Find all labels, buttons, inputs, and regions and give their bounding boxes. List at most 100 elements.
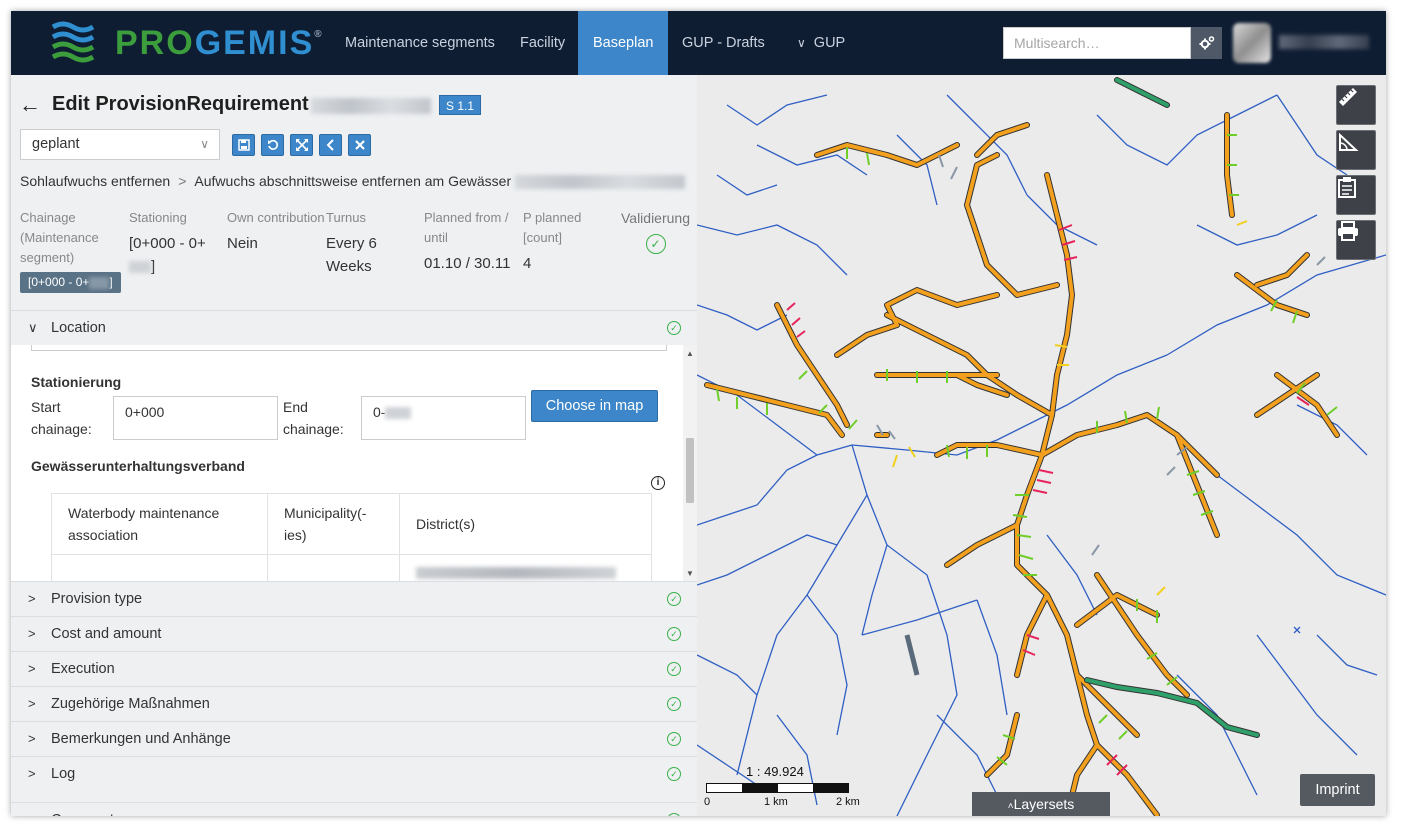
- check-circle-icon: ✓: [667, 767, 681, 781]
- accordion-cost-and-amount[interactable]: > Cost and amount ✓: [11, 616, 697, 650]
- summary-own-contribution: Own contribution Nein: [227, 208, 327, 255]
- scroll-down-icon[interactable]: ▼: [686, 569, 694, 578]
- scale-ratio: 1 : 49.924: [746, 764, 804, 779]
- location-scrollbar[interactable]: ▲ ▼: [683, 345, 697, 581]
- check-circle-icon: ✓: [667, 697, 681, 711]
- previous-button[interactable]: [319, 134, 342, 156]
- nav-gup[interactable]: ∨ GUP: [782, 11, 860, 75]
- status-select[interactable]: geplant ∨: [20, 129, 220, 160]
- choose-in-map-button[interactable]: Choose in map: [531, 390, 658, 422]
- clipboard-button[interactable]: [1336, 175, 1376, 215]
- nav-facility[interactable]: Facility: [505, 11, 580, 75]
- accordion-label: Execution: [51, 661, 115, 677]
- chevron-down-icon: ∨: [797, 36, 806, 50]
- chevron-right-icon: >: [28, 696, 36, 711]
- back-arrow-icon[interactable]: ←: [19, 93, 41, 117]
- gears-icon: [1199, 36, 1214, 50]
- cell-redacted: [416, 567, 616, 579]
- angle-icon: [1339, 132, 1359, 151]
- check-circle-icon: ✓: [667, 592, 681, 606]
- nav-baseplan[interactable]: Baseplan: [578, 11, 669, 75]
- scale-bar: [706, 783, 849, 793]
- save-icon: [237, 139, 250, 151]
- table-header[interactable]: Waterbody maintenance association: [51, 493, 268, 555]
- search-settings-button[interactable]: [1191, 27, 1222, 59]
- start-chainage-input[interactable]: 0+000: [113, 396, 278, 440]
- accordion-related-measures[interactable]: > Zugehörige Maßnahmen ✓: [11, 686, 697, 720]
- end-chainage-value: 0-: [373, 404, 386, 420]
- breadcrumb-item[interactable]: Aufwuchs abschnittsweise entfernen am Ge…: [194, 173, 511, 189]
- chainage-chip-text: [0+000 - 0+: [28, 275, 90, 289]
- table-cell: [51, 554, 268, 581]
- scroll-thumb[interactable]: [686, 438, 694, 503]
- accordion-label: Log: [51, 766, 76, 782]
- reset-button[interactable]: [261, 134, 284, 156]
- check-circle-icon: ✓: [667, 813, 681, 816]
- summary-planned: Planned from / until 01.10 / 30.11: [424, 208, 518, 275]
- table-header[interactable]: District(s): [399, 493, 652, 555]
- maintenance-segments: [704, 112, 1340, 816]
- scale-label: 1 km: [764, 796, 788, 808]
- summary-label: Validierung: [620, 210, 690, 226]
- close-icon: [354, 140, 365, 150]
- accordion-label: Location: [51, 320, 106, 336]
- chainage-chip[interactable]: [0+000 - 0+]: [20, 272, 121, 293]
- accordion-comments[interactable]: > Comments ✓: [11, 802, 697, 816]
- accordion-log[interactable]: > Log ✓: [11, 756, 697, 790]
- nav-gup-label: GUP: [813, 35, 846, 51]
- accordion-provision-type[interactable]: > Provision type ✓: [11, 581, 697, 615]
- map-canvas[interactable]: [697, 75, 1386, 816]
- nav-gup-drafts[interactable]: GUP - Drafts: [667, 11, 780, 75]
- printer-icon: [1338, 221, 1358, 241]
- imprint-button[interactable]: Imprint: [1300, 774, 1375, 806]
- end-chainage-input[interactable]: 0-: [361, 396, 526, 440]
- page-title: Edit ProvisionRequirement: [52, 93, 309, 115]
- summary-grid: Chainage (Maintenance segment) [0+000 - …: [20, 208, 697, 308]
- breadcrumb-item[interactable]: Sohlaufwuchs entfernen: [20, 173, 170, 189]
- print-button[interactable]: [1336, 220, 1376, 260]
- chevron-right-icon: >: [28, 731, 36, 746]
- stationierung-title: Stationierung: [31, 374, 122, 390]
- user-avatar[interactable]: [1233, 23, 1271, 63]
- chainage-chip-end: ]: [109, 275, 113, 289]
- breadcrumb-separator: >: [178, 173, 187, 189]
- summary-value: [0+000 - 0+]: [129, 232, 214, 278]
- accordion-execution[interactable]: > Execution ✓: [11, 651, 697, 685]
- accordion-location[interactable]: ∨ Location ✓: [11, 310, 697, 344]
- version-badge: S 1.1: [439, 95, 482, 115]
- accordion-remarks-attachments[interactable]: > Bemerkungen und Anhänge ✓: [11, 721, 697, 755]
- measure-area-button[interactable]: [1336, 130, 1376, 170]
- user-name[interactable]: [1279, 35, 1369, 49]
- table-cell: [399, 554, 652, 581]
- highlighted-segments: [1084, 77, 1260, 738]
- top-navbar: PROGEMIS® Maintenance segments Facility …: [11, 11, 1386, 75]
- chevron-right-icon: >: [28, 803, 36, 816]
- check-circle-icon: ✓: [667, 627, 681, 641]
- table-header[interactable]: Municipality(-ies): [267, 493, 400, 555]
- measure-length-button[interactable]: [1336, 85, 1376, 125]
- table-cell: [267, 554, 400, 581]
- multisearch-input[interactable]: [1003, 27, 1191, 59]
- clipboard-icon: [1338, 177, 1356, 198]
- ruler-icon: [1339, 88, 1357, 106]
- status-select-value: geplant: [32, 136, 80, 152]
- accordion-label: Comments: [51, 803, 121, 816]
- progemis-logo[interactable]: PROGEMIS®: [49, 17, 324, 69]
- summary-value: 4: [523, 255, 532, 272]
- info-icon[interactable]: i: [651, 476, 665, 490]
- undo-icon: [267, 139, 278, 150]
- scroll-up-icon[interactable]: ▲: [686, 349, 694, 358]
- map-view[interactable]: 1 : 49.924 0 1 km 2 km ˄Layersets Imprin…: [697, 75, 1386, 816]
- map-feature-gray: [904, 634, 920, 676]
- save-button[interactable]: [232, 134, 255, 156]
- expand-button[interactable]: [290, 134, 313, 156]
- summary-label: P planned [count]: [523, 210, 582, 245]
- chevron-right-icon: >: [28, 591, 36, 606]
- table-row[interactable]: [51, 554, 652, 581]
- layersets-button[interactable]: ˄Layersets: [972, 792, 1110, 816]
- layersets-label: Layersets: [1013, 796, 1075, 812]
- summary-label: Chainage (Maintenance segment): [20, 210, 99, 265]
- close-button[interactable]: [348, 134, 371, 156]
- nav-maintenance-segments[interactable]: Maintenance segments: [330, 11, 510, 75]
- registered-mark: ®: [314, 29, 324, 40]
